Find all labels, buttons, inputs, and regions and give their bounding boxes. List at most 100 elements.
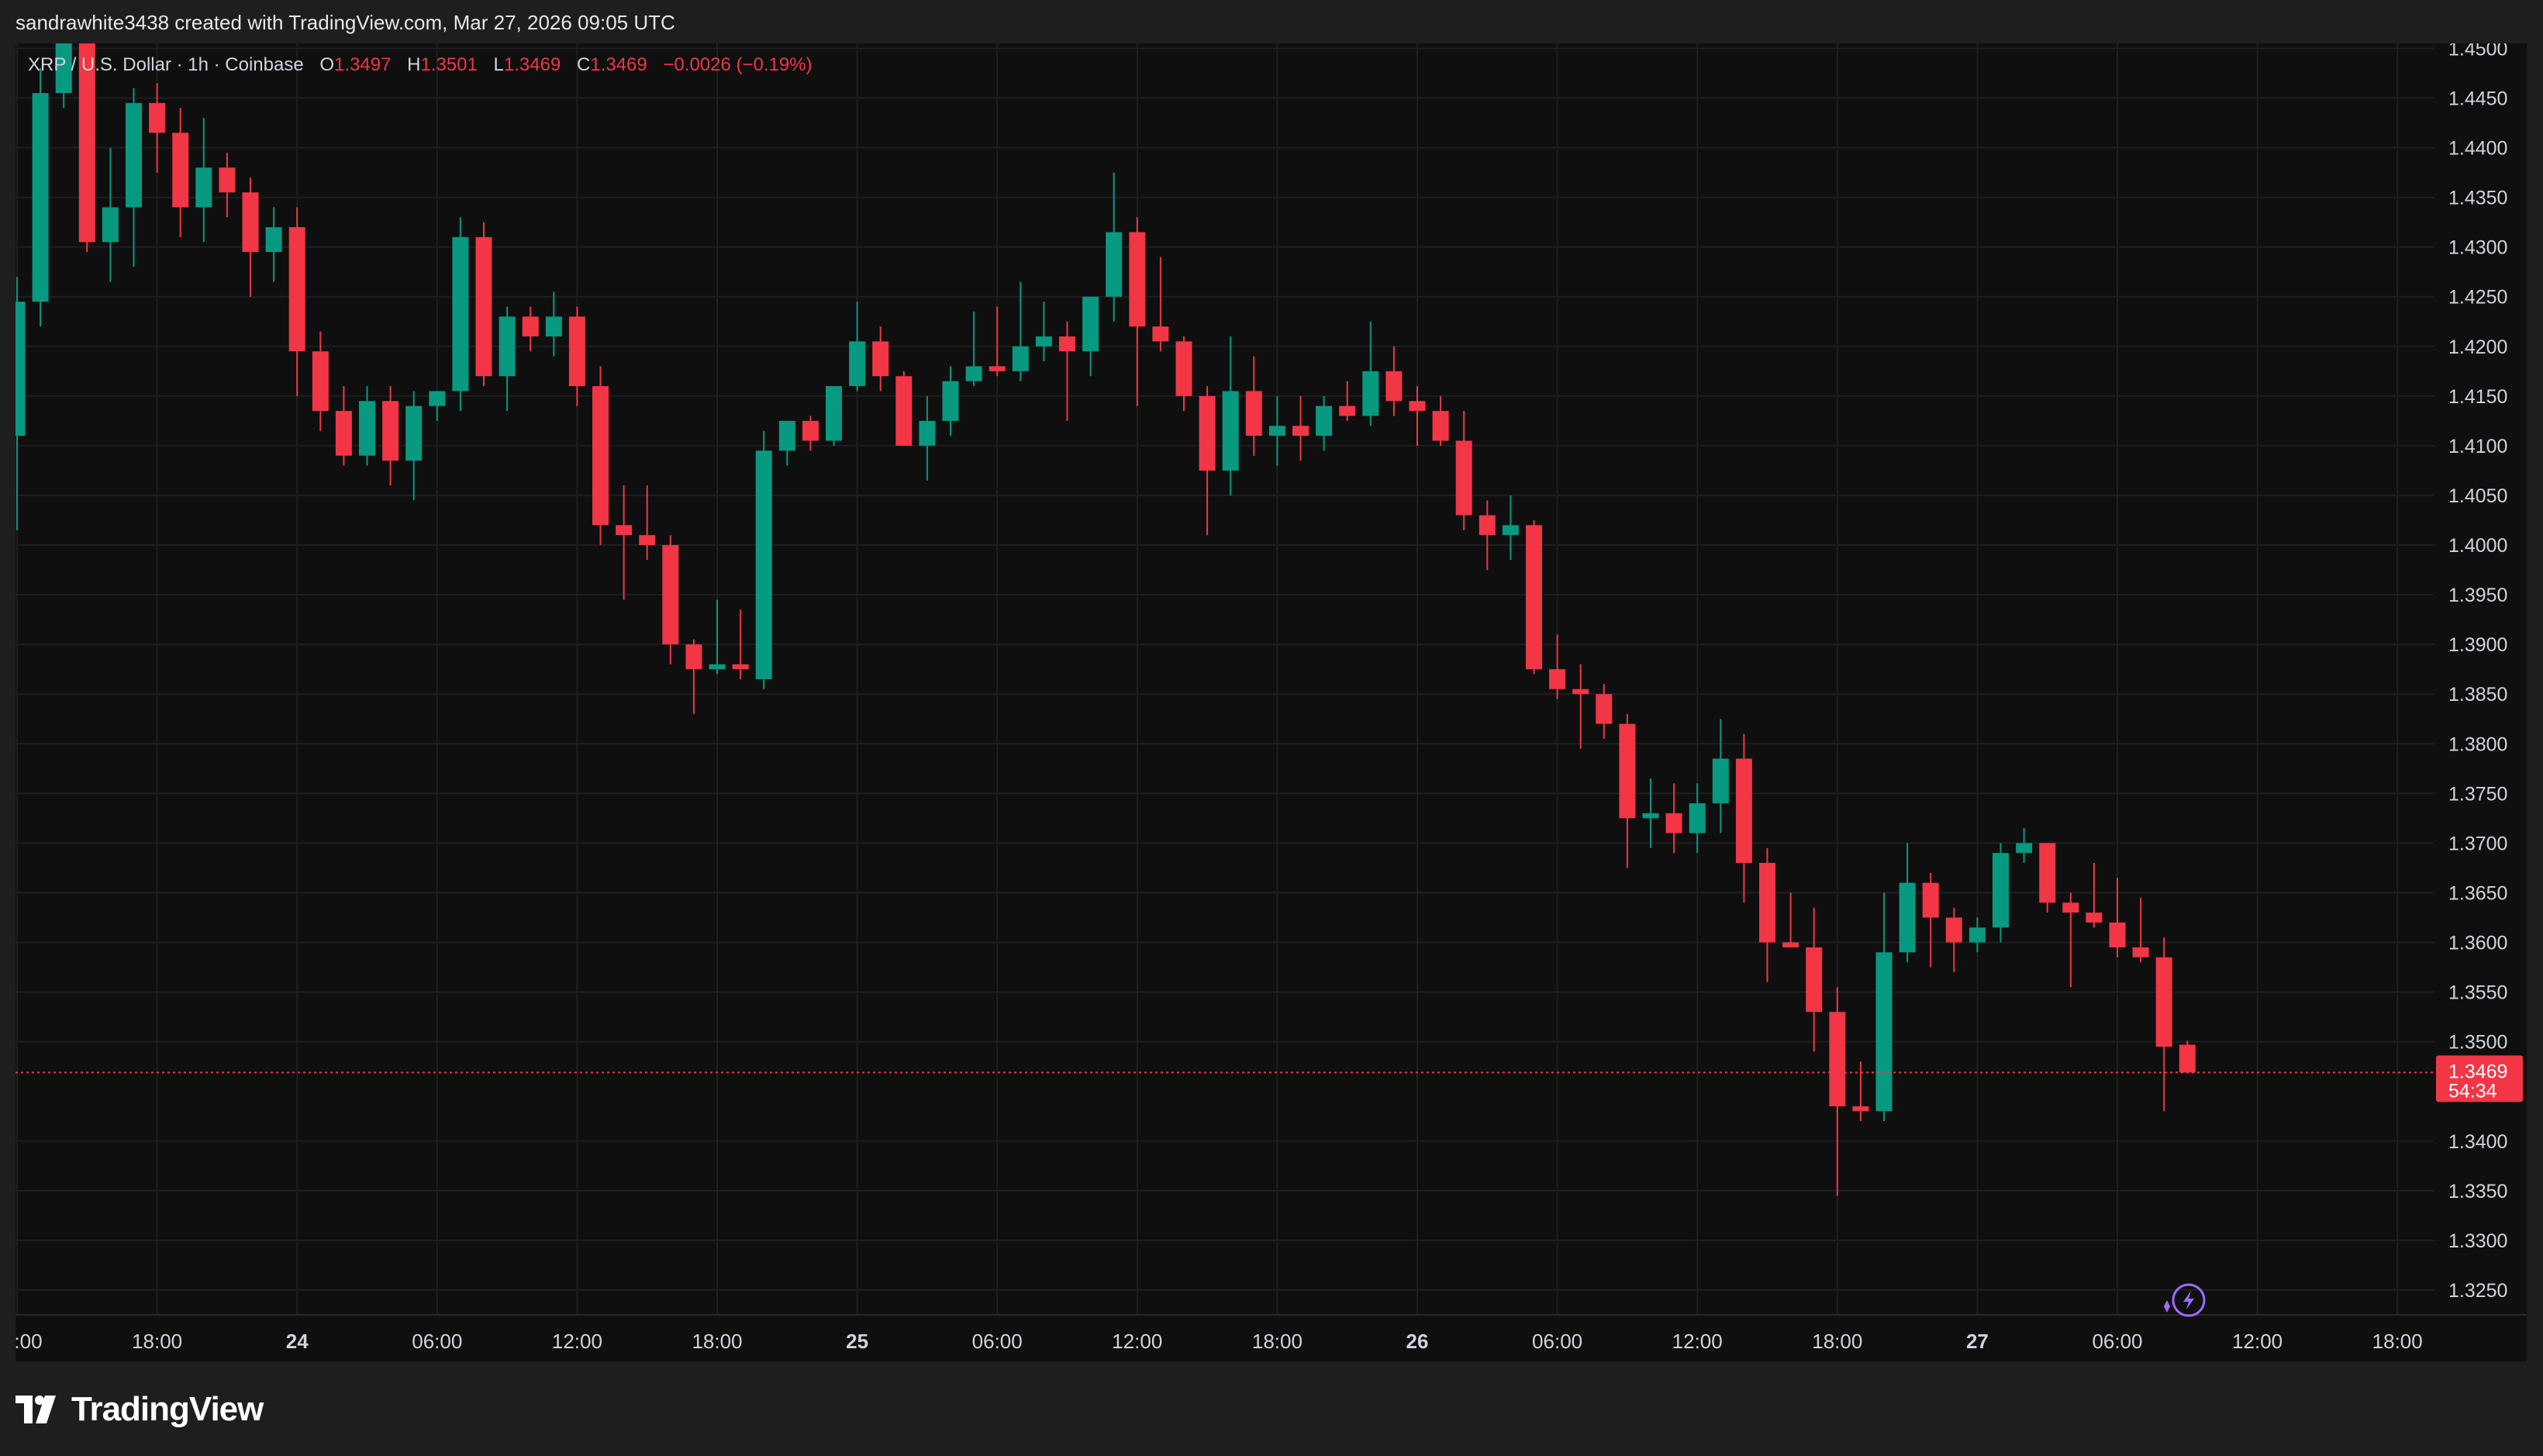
time-axis-label: 25: [846, 1330, 868, 1353]
candle-body: [1012, 346, 1029, 371]
candle-body: [616, 525, 633, 536]
chart-background: [16, 43, 2527, 1361]
open-value: 1.3497: [334, 54, 392, 75]
candle-body: [1899, 882, 1916, 953]
time-axis-label: 00:00: [16, 1330, 43, 1353]
time-axis-label: 18:00: [1252, 1330, 1303, 1353]
candle-body: [1502, 525, 1519, 536]
candle-body: [475, 236, 492, 377]
candle-body: [1199, 395, 1216, 471]
time-axis-label: 24: [286, 1330, 309, 1353]
candle-body: [1222, 391, 1239, 471]
candle-body: [242, 192, 259, 253]
price-axis-label: 1.4100: [2448, 436, 2507, 457]
candle-body: [2016, 843, 2033, 854]
tradingview-logo[interactable]: TradingView: [16, 1386, 264, 1433]
price-axis-label: 1.3500: [2448, 1032, 2507, 1054]
price-axis-label: 1.4150: [2448, 386, 2507, 408]
candle-body: [778, 420, 795, 451]
candle-body: [1245, 391, 1262, 436]
candle-body: [522, 316, 539, 336]
candle-body: [1316, 405, 1333, 436]
time-axis-label: 26: [1406, 1330, 1429, 1353]
candle-body: [919, 420, 936, 446]
candlestick-chart[interactable]: 1.4500 1.4450 1.4400 1.4350 1.4300 1.4250 1.42…: [16, 43, 2527, 1361]
candle-body: [592, 386, 609, 526]
time-axis-label: 06:00: [2092, 1330, 2142, 1353]
tradingview-logo-text: TradingView: [71, 1390, 264, 1428]
candle-body: [2155, 957, 2172, 1047]
time-axis-label: 12:00: [1112, 1330, 1162, 1353]
candle-body: [1292, 426, 1309, 436]
countdown-label: 54:34: [2448, 1080, 2497, 1102]
candle-body: [1596, 694, 1613, 724]
candle-body: [312, 351, 329, 412]
candle-body: [685, 644, 702, 670]
candle-body: [662, 545, 679, 645]
change-value: −0.0026 (−0.19%): [663, 54, 813, 75]
candle-body: [359, 401, 375, 456]
candle-body: [826, 386, 842, 441]
candle-body: [1479, 515, 1496, 536]
candle-body: [802, 420, 819, 441]
candle-body: [1106, 232, 1123, 297]
candle-body: [1712, 758, 1729, 804]
time-axis-label: 18:00: [1812, 1330, 1862, 1353]
price-axis-label: 1.4250: [2448, 287, 2507, 309]
price-axis-label: 1.3900: [2448, 634, 2507, 656]
candle-body: [1385, 371, 1403, 402]
time-axis-label: 18:00: [2372, 1330, 2423, 1353]
time-axis-label: 18:00: [132, 1330, 182, 1353]
candle-body: [1993, 853, 2009, 928]
candle-body: [2109, 922, 2126, 947]
candle-body: [545, 316, 562, 336]
low-value: 1.3469: [503, 54, 561, 75]
candle-body: [1082, 296, 1099, 352]
price-axis-label: 1.3650: [2448, 882, 2507, 904]
candle-body: [288, 227, 305, 352]
candle-body: [1549, 669, 1566, 689]
candle-body: [895, 376, 913, 446]
candle-body: [989, 366, 1006, 371]
close-label: C: [576, 54, 591, 75]
candle-body: [568, 316, 585, 387]
candle-body: [755, 450, 772, 679]
ohlc-legend: XRP / U.S. Dollar · 1h · Coinbase O1.349…: [28, 54, 823, 76]
candle-body: [942, 381, 959, 421]
candle-body: [849, 341, 866, 387]
attribution-bar: sandrawhite3438 created with TradingView…: [0, 0, 2543, 43]
candle-body: [1829, 1012, 1846, 1106]
candle-body: [732, 664, 749, 670]
candle-body: [1362, 371, 1379, 416]
candle-body: [1129, 232, 1146, 327]
symbol-label: XRP / U.S. Dollar · 1h · Coinbase: [28, 54, 304, 75]
candle-body: [2132, 947, 2149, 957]
candle-body: [1339, 405, 1356, 416]
high-value: 1.3501: [420, 54, 478, 75]
price-axis-label: 1.3750: [2448, 783, 2507, 805]
price-axis-label: 1.4300: [2448, 237, 2507, 259]
price-axis-label: 1.3600: [2448, 933, 2507, 954]
candle-body: [32, 93, 49, 302]
price-axis-label: 1.3300: [2448, 1230, 2507, 1252]
chart-panel[interactable]: 1.4500 1.4450 1.4400 1.4350 1.4300 1.4250 1.42…: [16, 43, 2527, 1361]
price-axis-label: 1.3550: [2448, 982, 2507, 1004]
candle-body: [1852, 1106, 1869, 1112]
low-label: L: [493, 54, 504, 75]
high-label: H: [407, 54, 421, 75]
candle-body: [1432, 411, 1449, 441]
price-axis-label: 1.4500: [2448, 43, 2507, 60]
candle-body: [1735, 758, 1752, 864]
price-axis-label: 1.4050: [2448, 485, 2507, 507]
footer-bar: [0, 1365, 2543, 1456]
candle-body: [195, 167, 212, 208]
time-axis-label: 12:00: [1672, 1330, 1723, 1353]
candle-body: [1526, 525, 1542, 670]
candle-body: [1152, 326, 1169, 342]
tradingview-logo-icon: [16, 1396, 56, 1423]
price-axis-label: 1.4450: [2448, 88, 2507, 109]
candle-body: [382, 401, 399, 461]
candle-body: [1689, 803, 1706, 833]
candle-body: [149, 102, 166, 133]
price-axis-label: 1.3250: [2448, 1280, 2507, 1302]
